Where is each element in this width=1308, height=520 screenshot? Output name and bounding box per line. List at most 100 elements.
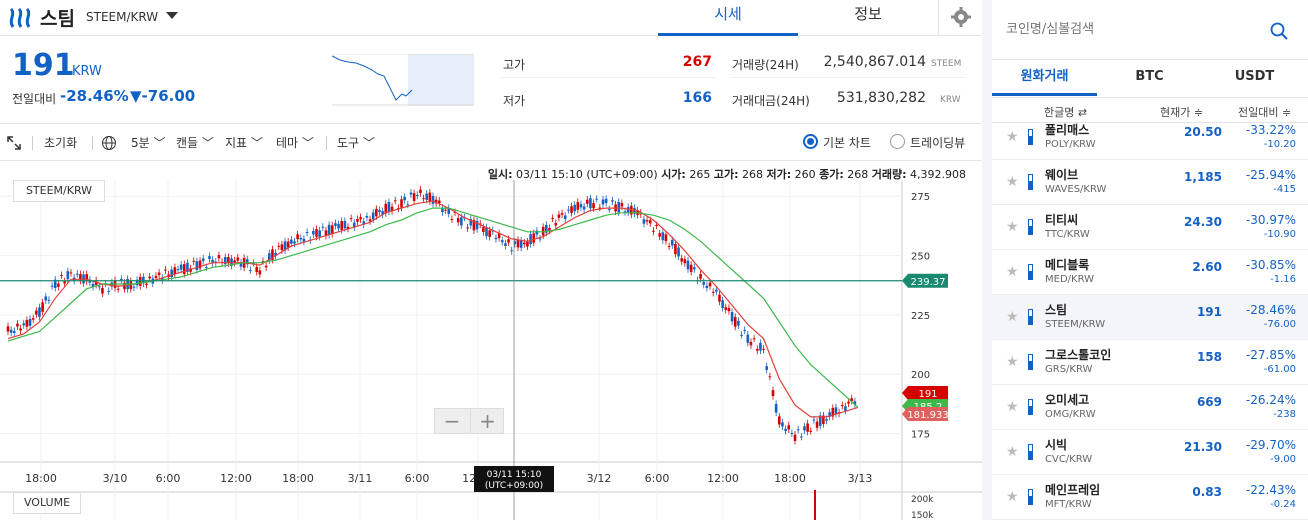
candle-body [375,208,378,217]
candle-icon [1028,399,1033,415]
candle-body [66,271,70,280]
candle-body [208,256,211,259]
list-item[interactable]: ★ 티티씨 TTC/KRW 24.30 -30.97% -10.90 [992,205,1308,250]
current-price: 191 [12,48,75,83]
candle-body [699,274,702,279]
candle-body [422,198,425,200]
price-chart[interactable]: 18:00 3/10 6:00 12:00 18:00 3/11 6:00 12:00 3/12… [0,180,982,520]
indicator-dropdown[interactable]: 지표 ﹀ [225,134,263,151]
coin-price: 191 [1196,305,1222,319]
zoom-out-button[interactable]: − [435,409,469,433]
coin-change-amt: -76.00 [1263,319,1296,330]
coin-select-dropdown-icon[interactable] [166,12,178,19]
globe-icon[interactable] [101,135,117,151]
x-tick-label: 3/13 [848,472,873,485]
theme-dropdown[interactable]: 테마 ﹀ [276,134,314,151]
candle-body [674,244,677,255]
zoom-controls: − + [434,408,504,434]
list-item[interactable]: ★ 시빅 CVC/KRW 21.30 -29.70% -9.00 [992,430,1308,475]
candle-body [740,334,743,336]
star-icon[interactable]: ★ [1006,309,1019,325]
divider [32,136,33,150]
candle-body [611,200,614,202]
gear-icon[interactable] [950,6,972,28]
crosshair-time: 03/11 15:10 [487,470,542,480]
ma-short-line [7,200,859,418]
star-icon[interactable]: ★ [1006,489,1019,505]
coin-price: 21.30 [1184,440,1222,454]
candle-body [255,267,259,272]
volume-unit: STEEM [931,59,962,69]
basic-chart-radio[interactable] [803,134,818,149]
candle-body [749,341,753,346]
list-item[interactable]: ★ 오미세고 OMG/KRW 669 -26.24% -238 [992,385,1308,430]
candle-body [327,224,331,235]
tab-info[interactable]: 정보 [798,0,938,36]
candle-body [330,225,334,235]
candle-body [784,428,787,431]
coin-change-amt: -0.24 [1270,499,1296,510]
expand-icon[interactable] [7,136,21,150]
candle-body [157,272,161,276]
candle-body [57,283,60,287]
price-level-value: 239.37 [911,277,946,288]
search-icon[interactable] [1270,22,1288,40]
candle-body [658,233,661,237]
candle-dropdown[interactable]: 캔들 ﹀ [176,134,214,151]
interval-dropdown[interactable]: 5분 ﹀ [131,134,166,151]
star-icon[interactable]: ★ [1006,399,1019,415]
star-icon[interactable]: ★ [1006,264,1019,280]
y-tick-label: 250 [911,252,930,263]
candle-body [642,219,646,224]
star-icon[interactable]: ★ [1006,444,1019,460]
star-icon[interactable]: ★ [1006,174,1019,190]
ma-long-line [7,207,859,408]
tab-sise[interactable]: 시세 [658,0,798,36]
list-item[interactable]: ★ 그로스톨코인 GRS/KRW 158 -27.85% -61.00 [992,340,1308,385]
tab-btc[interactable]: BTC [1097,60,1202,96]
tab-krw[interactable]: 원화거래 [992,60,1097,96]
y-tick-label: 225 [911,311,930,322]
candle-body [746,334,750,343]
list-item[interactable]: ★ 폴리매스 POLY/KRW 20.50 -33.22% -10.20 [992,115,1308,160]
reset-button[interactable]: 초기화 [44,134,77,151]
ma-short-price-value: 181.933 [907,410,948,421]
candle-icon [1028,489,1033,505]
candle-body [343,220,347,229]
tab-usdt[interactable]: USDT [1202,60,1307,96]
coin-list-panel: 원화거래 BTC USDT 한글명 ⇄ 현재가 ≑ 전일대비 ≑ ★폴리매스PO… [992,0,1308,520]
zoom-in-button[interactable]: + [470,409,504,433]
tradingview-radio[interactable] [890,134,905,149]
coin-change-amt: -1.16 [1270,274,1296,285]
candle-icon [1028,219,1033,235]
list-item[interactable]: ★ 메디블록 MED/KRW 2.60 -30.85% -1.16 [992,250,1308,295]
search-input[interactable] [1006,22,1256,37]
list-item[interactable]: ★ 스팀 STEEM/KRW 191 -28.46% -76.00 [992,295,1308,340]
coin-name: 스팀 [40,8,75,30]
candle-body [69,272,73,274]
x-tick-label: 18:00 [774,472,806,485]
tradingview-label: 트레이딩뷰 [910,136,966,150]
candle-body [302,238,306,242]
star-icon[interactable]: ★ [1006,219,1019,235]
star-icon[interactable]: ★ [1006,354,1019,370]
candle-body [607,209,611,211]
candle-body [705,285,709,289]
x-tick-label: 3/12 [587,472,612,485]
candle-body [692,267,696,270]
candle-body [349,218,353,220]
list-item[interactable]: ★ 메인프레임 MFT/KRW 0.83 -22.43% -0.24 [992,475,1308,520]
tools-dropdown[interactable]: 도구 ﹀ [337,134,375,151]
list-item[interactable]: ★ 웨이브 WAVES/KRW 1,185 -25.94% -415 [992,160,1308,205]
coin-change-pct: -33.22% [1245,123,1296,137]
candle-body [733,316,737,327]
amount-label: 거래대금(24H) [732,94,810,108]
candle-body [368,219,372,222]
coin-price: 669 [1196,395,1222,409]
candle-body [412,193,416,201]
candle-body [258,270,262,275]
coin-price: 24.30 [1184,215,1222,229]
star-icon[interactable]: ★ [1006,129,1019,145]
coin-change-pct: -30.85% [1245,258,1296,272]
candle-body [595,198,599,200]
